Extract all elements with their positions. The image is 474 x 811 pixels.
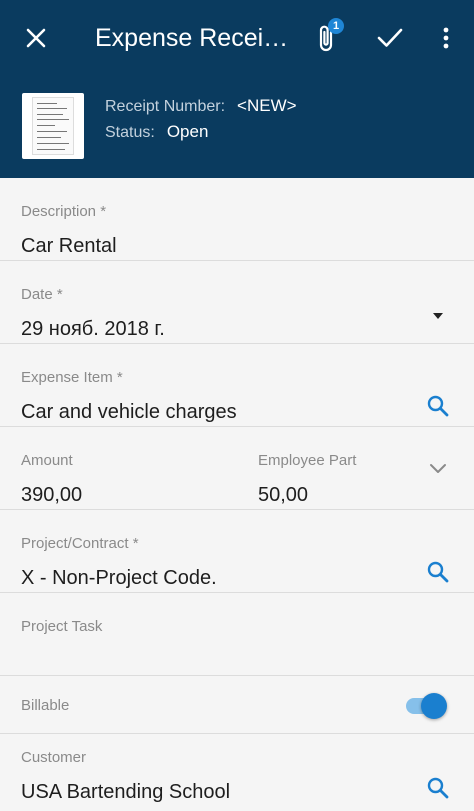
project-contract-label: Project/Contract * — [21, 535, 139, 552]
date-label: Date * — [21, 286, 63, 303]
check-icon — [377, 28, 403, 47]
caret-down-icon — [433, 313, 443, 319]
project-task-label: Project Task — [21, 618, 103, 635]
description-label: Description * — [21, 203, 107, 220]
close-icon — [26, 28, 46, 48]
employee-part-value[interactable]: 50,00 — [258, 484, 308, 507]
billable-field: Billable — [0, 676, 474, 734]
save-button[interactable] — [368, 16, 412, 60]
toggle-thumb — [421, 693, 447, 719]
amount-row: Amount 390,00 Employee Part 50,00 — [0, 427, 474, 510]
attachments-button[interactable]: 1 — [304, 16, 348, 60]
customer-label: Customer — [21, 749, 87, 766]
expense-item-field[interactable]: Expense Item * Car and vehicle charges — [0, 344, 474, 427]
amount-value[interactable]: 390,00 — [21, 484, 82, 507]
expense-form: Description * Car Rental Date * 29 нояб.… — [0, 178, 474, 811]
date-field[interactable]: Date * 29 нояб. 2018 г. — [0, 261, 474, 344]
app-header: Expense Recei… 1 Receipt Number: <NEW> S… — [0, 0, 474, 178]
status-label: Status: — [105, 124, 155, 141]
project-contract-field[interactable]: Project/Contract * X - Non-Project Code. — [0, 510, 474, 593]
amount-label: Amount — [21, 452, 73, 469]
receipt-thumbnail[interactable] — [22, 93, 84, 159]
customer-value[interactable]: USA Bartending School — [21, 781, 230, 804]
receipt-image — [32, 97, 74, 155]
chevron-down-icon — [430, 464, 446, 473]
date-dropdown-button[interactable] — [424, 302, 452, 330]
search-icon — [427, 561, 449, 583]
receipt-number-value: <NEW> — [237, 96, 297, 115]
toolbar: Expense Recei… 1 — [0, 0, 474, 76]
page-title: Expense Recei… — [95, 24, 289, 52]
expand-amount-button[interactable] — [424, 455, 452, 483]
project-contract-value[interactable]: X - Non-Project Code. — [21, 567, 217, 590]
more-menu-button[interactable] — [424, 16, 468, 60]
receipt-meta: Receipt Number: <NEW> Status: Open — [105, 96, 297, 148]
expense-item-lookup-button[interactable] — [424, 392, 452, 420]
more-vertical-icon — [443, 27, 449, 49]
expense-item-value[interactable]: Car and vehicle charges — [21, 401, 237, 424]
receipt-number-label: Receipt Number: — [105, 98, 226, 115]
billable-label: Billable — [21, 697, 70, 714]
search-icon — [427, 777, 449, 799]
project-lookup-button[interactable] — [424, 558, 452, 586]
close-button[interactable] — [14, 16, 58, 60]
date-value[interactable]: 29 нояб. 2018 г. — [21, 318, 165, 341]
status-value: Open — [166, 122, 209, 141]
search-icon — [427, 395, 449, 417]
attachment-count-badge: 1 — [328, 18, 344, 34]
description-value[interactable]: Car Rental — [21, 235, 117, 258]
project-task-field[interactable]: Project Task — [0, 593, 474, 676]
customer-lookup-button[interactable] — [424, 774, 452, 802]
employee-part-label: Employee Part — [258, 452, 357, 469]
customer-field[interactable]: Customer USA Bartending School — [0, 734, 474, 811]
description-field[interactable]: Description * Car Rental — [0, 178, 474, 261]
expense-item-label: Expense Item * — [21, 369, 123, 386]
